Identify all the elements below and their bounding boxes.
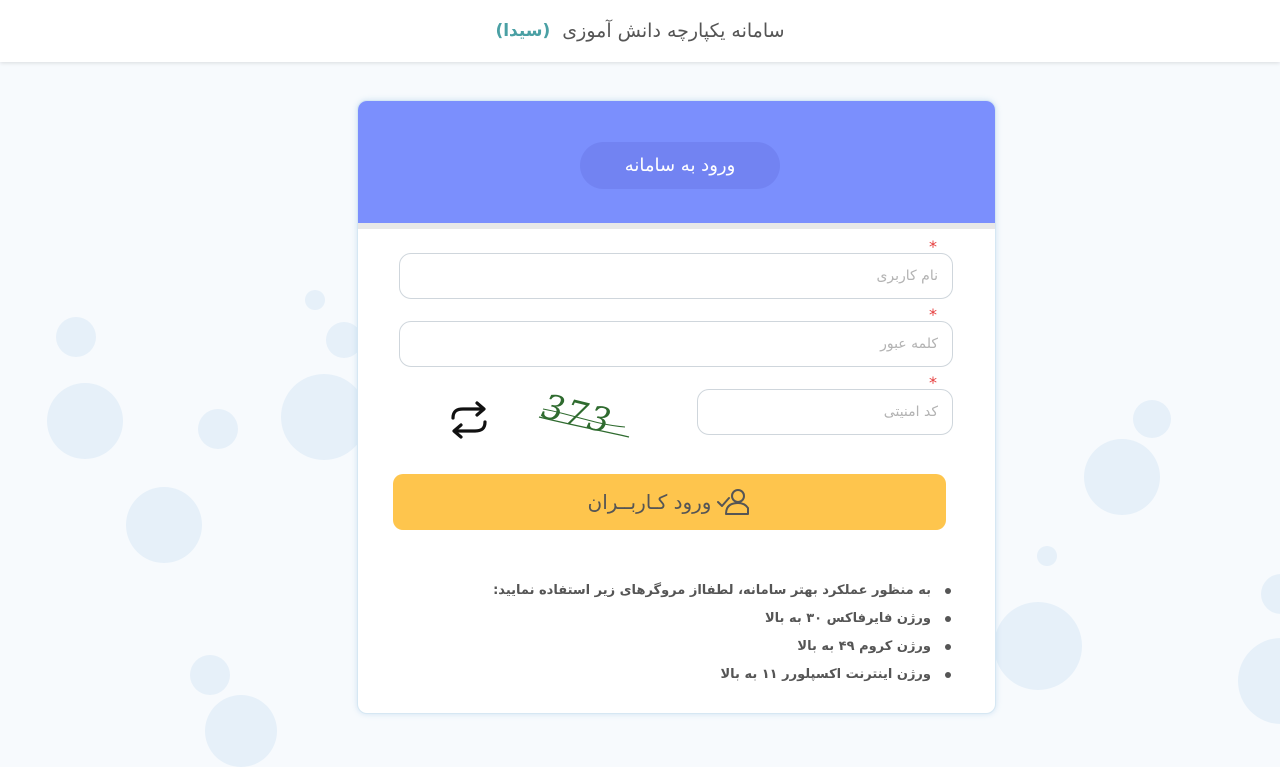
login-card: ورود به سامانه * * * 373 ورود کـاربــران… <box>357 100 996 714</box>
note-item: ورژن فایرفاکس ۳۰ به بالا <box>493 605 951 633</box>
background-bubble <box>47 383 123 459</box>
captcha-text: 373 <box>538 387 616 442</box>
background-bubble <box>281 374 367 460</box>
background-bubble <box>126 487 202 563</box>
background-bubble <box>56 317 96 357</box>
note-item: به منظور عملکرد بهتر سامانه، لطفااز مروگ… <box>493 577 951 605</box>
background-bubble <box>198 409 238 449</box>
background-bubble <box>190 655 230 695</box>
background-bubble <box>1238 638 1280 724</box>
captcha-image: 373 <box>538 387 630 442</box>
browser-notes: به منظور عملکرد بهتر سامانه، لطفااز مروگ… <box>493 577 951 689</box>
username-field-wrapper <box>399 253 953 299</box>
background-bubble <box>1133 400 1171 438</box>
user-check-icon <box>717 489 750 515</box>
login-card-header: ورود به سامانه <box>358 101 995 229</box>
password-field-wrapper <box>399 321 953 367</box>
captcha-field-wrapper <box>697 389 953 435</box>
top-bar: سامانه یکپارچه دانش آموزی (سیدا) <box>0 0 1280 62</box>
background-bubble <box>1261 574 1280 614</box>
login-heading: ورود به سامانه <box>580 142 780 189</box>
background-bubble <box>1084 439 1160 515</box>
header-divider <box>358 223 995 229</box>
background-bubble <box>994 602 1082 690</box>
login-button-label: ورود کـاربــران <box>587 490 712 514</box>
note-item: ورژن اینترنت اکسپلورر ۱۱ به بالا <box>493 661 951 689</box>
background-bubble <box>1037 546 1057 566</box>
username-input[interactable] <box>400 254 952 298</box>
background-bubble <box>205 695 277 767</box>
refresh-icon[interactable] <box>446 401 492 439</box>
background-bubble <box>305 290 325 310</box>
note-item: ورژن کروم ۴۹ به بالا <box>493 633 951 661</box>
captcha-input[interactable] <box>698 390 952 434</box>
page-title: سامانه یکپارچه دانش آموزی <box>562 20 785 42</box>
brand-name: (سیدا) <box>495 21 551 41</box>
login-button[interactable]: ورود کـاربــران <box>393 474 946 530</box>
password-input[interactable] <box>400 322 952 366</box>
